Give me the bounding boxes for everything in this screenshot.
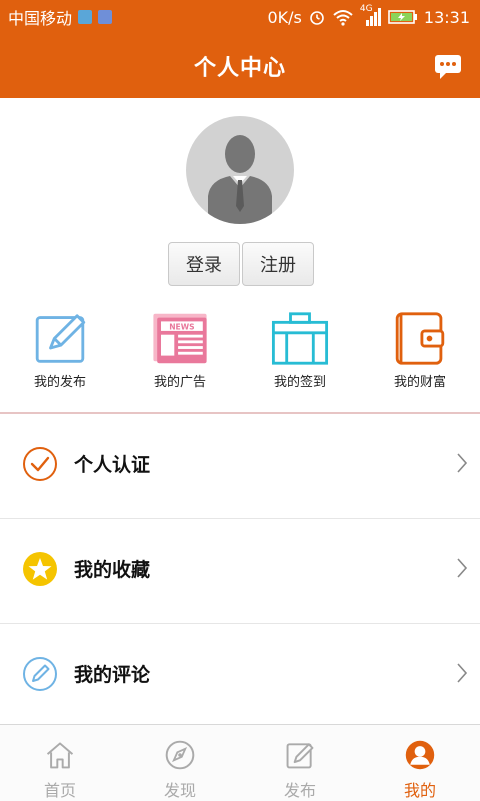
clock: 13:31 xyxy=(423,7,470,27)
quick-action-my-posts[interactable]: 我的发布 xyxy=(0,310,120,390)
signal-group: 4G xyxy=(360,4,382,26)
tab-discover[interactable]: 发现 xyxy=(120,725,240,801)
tab-home[interactable]: 首页 xyxy=(0,725,120,801)
page-title: 个人中心 xyxy=(193,56,286,81)
menu-item-label: 个人认证 xyxy=(74,454,151,476)
chat-bubble-icon xyxy=(435,55,461,79)
chevron-right-icon xyxy=(457,453,468,473)
compass-icon xyxy=(165,740,195,770)
menu-item-verification[interactable]: 个人认证 xyxy=(0,414,480,519)
tab-label: 我的 xyxy=(403,781,436,800)
user-icon xyxy=(405,740,435,770)
menu-list: 个人认证 我的收藏 我的评论 xyxy=(0,414,480,731)
avatar[interactable] xyxy=(186,116,294,224)
status-left: 中国移动 xyxy=(8,5,113,29)
bottom-tab-bar: 首页 发现 发布 我的 xyxy=(0,724,480,801)
menu-item-comments[interactable]: 我的评论 xyxy=(0,624,480,731)
alarm-icon xyxy=(310,11,324,25)
menu-item-label: 我的评论 xyxy=(74,664,151,686)
home-icon xyxy=(46,742,74,769)
register-button[interactable]: 注册 xyxy=(242,242,314,286)
menu-item-label: 我的收藏 xyxy=(74,559,151,581)
carrier-name: 中国移动 xyxy=(8,9,73,28)
edit-icon xyxy=(286,743,314,769)
login-button[interactable]: 登录 xyxy=(168,242,240,286)
message-button[interactable] xyxy=(434,54,462,80)
quick-action-label: 我的发布 xyxy=(33,375,86,390)
edit-icon xyxy=(35,314,86,363)
quick-actions: 我的发布 NEWS 我的广告 我的签到 我的财富 xyxy=(0,310,480,390)
quick-action-label: 我的签到 xyxy=(273,375,326,390)
person-silhouette-icon xyxy=(208,135,272,224)
image-notification-icon xyxy=(98,10,113,24)
wallet-icon xyxy=(395,312,445,365)
quick-action-my-checkin[interactable]: 我的签到 xyxy=(240,310,360,390)
quick-action-label: 我的财富 xyxy=(393,375,446,390)
wifi-icon xyxy=(333,10,353,26)
star-circle-icon xyxy=(23,552,57,586)
status-bar: 中国移动 0K/s 4G 13:31 xyxy=(0,0,480,34)
svg-text:NEWS: NEWS xyxy=(169,322,194,331)
menu-item-favorites[interactable]: 我的收藏 xyxy=(0,519,480,624)
news-icon: NEWS xyxy=(153,313,207,364)
check-circle-icon xyxy=(23,447,57,481)
tab-label: 首页 xyxy=(43,781,76,800)
tab-label: 发布 xyxy=(283,781,316,800)
pencil-circle-icon xyxy=(23,657,57,691)
briefcase-icon xyxy=(271,312,329,365)
usb-icon xyxy=(78,10,93,24)
status-right: 0K/s 4G 13:31 xyxy=(267,4,470,27)
tab-publish[interactable]: 发布 xyxy=(240,725,360,801)
quick-action-my-wealth[interactable]: 我的财富 xyxy=(360,310,480,390)
quick-action-label: 我的广告 xyxy=(153,375,206,390)
profile-section: 登录 注册 我的发布 NEWS 我的广告 我的签到 我的财富 xyxy=(0,98,480,414)
battery-icon xyxy=(388,10,417,24)
network-type: 4G xyxy=(359,4,373,14)
auth-buttons: 登录 注册 xyxy=(168,242,314,286)
tab-mine[interactable]: 我的 xyxy=(360,725,480,801)
tab-label: 发现 xyxy=(163,781,196,800)
quick-action-my-ads[interactable]: NEWS 我的广告 xyxy=(120,310,240,390)
network-speed: 0K/s xyxy=(267,7,302,27)
chevron-right-icon xyxy=(457,663,468,683)
title-bar: 个人中心 xyxy=(0,34,480,98)
chevron-right-icon xyxy=(457,558,468,578)
